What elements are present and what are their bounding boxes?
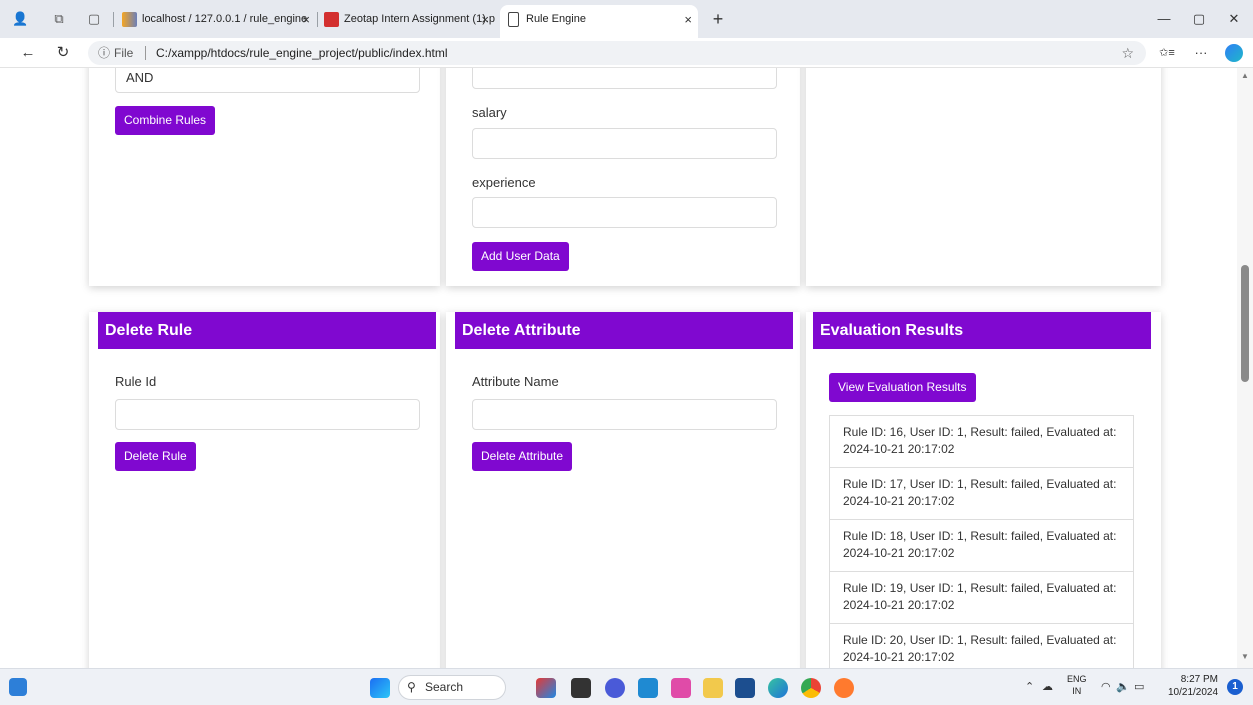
reload-icon[interactable]: ↻ [53,43,73,63]
back-icon[interactable]: ← [18,43,38,63]
battery-icon[interactable]: ▭ [1134,680,1144,693]
clock-date: 10/21/2024 [1168,687,1219,698]
scroll-down-icon[interactable]: ▼ [1240,652,1250,662]
user-data-input-above[interactable] [472,68,777,89]
close-icon[interactable]: × [302,5,310,34]
app-icon-pink[interactable] [671,678,691,698]
list-item: Rule ID: 20, User ID: 1, Result: failed,… [829,623,1134,668]
volume-icon[interactable]: 🔈 [1116,680,1130,693]
favorites-icon[interactable]: ✩≡ [1158,44,1176,62]
empty-card [806,68,1161,286]
delete-rule-title: Delete Rule [98,312,436,349]
url-separator [145,46,146,60]
experience-input[interactable] [472,197,777,228]
list-item: Rule ID: 19, User ID: 1, Result: failed,… [829,571,1134,624]
delete-attribute-card: Delete Attribute [446,312,800,668]
view-evaluation-results-button[interactable]: View Evaluation Results [829,373,976,402]
app-icon-chat[interactable] [605,678,625,698]
store-icon[interactable] [735,678,755,698]
lang-top: ENG [1067,674,1087,684]
clock-time: 8:27 PM [1180,674,1218,685]
more-icon[interactable]: ··· [1192,44,1210,62]
scroll-up-icon[interactable]: ▲ [1240,71,1250,81]
evaluation-results-list: Rule ID: 16, User ID: 1, Result: failed,… [829,415,1134,668]
page-viewport: AND Combine Rules salary experience Add … [0,68,1237,668]
combine-rules-button[interactable]: Combine Rules [115,106,216,135]
tab-separator [113,12,114,27]
tab-label: localhost / 127.0.0.1 / rule_engine [142,13,308,25]
vscode-icon[interactable] [638,678,658,698]
workspaces-icon[interactable]: ⧉ [51,11,67,27]
list-item: Rule ID: 18, User ID: 1, Result: failed,… [829,519,1134,572]
taskbar-search[interactable]: ⚲ Search [398,675,506,700]
taskbar-search-label: Search [425,680,464,694]
app-icon-window[interactable] [571,678,591,698]
delete-rule-button[interactable]: Delete Rule [115,442,196,471]
attribute-name-input[interactable] [472,399,777,430]
new-tab-button[interactable]: + [707,8,729,30]
lang-bottom: IN [1072,686,1082,696]
maximize-button[interactable]: ▢ [1189,10,1209,28]
operator-input[interactable]: AND [115,68,420,93]
tab-label: Zeotap Intern Assignment (1).pdf [344,13,495,25]
list-item: Rule ID: 16, User ID: 1, Result: failed,… [829,415,1134,468]
chrome-icon[interactable] [801,678,821,698]
tab-label: Rule Engine [526,13,586,25]
tab-phpmyadmin[interactable]: localhost / 127.0.0.1 / rule_engine × [116,5,316,34]
windows-start-icon[interactable] [370,678,390,698]
tray-app-icon[interactable]: ☁ [1042,680,1053,693]
clock[interactable]: 8:27 PM 10/21/2024 [1168,673,1218,699]
close-icon[interactable]: × [481,5,489,34]
minimize-button[interactable]: — [1154,10,1174,28]
edge-icon[interactable] [768,678,788,698]
profile-icon[interactable]: 👤 [12,11,28,27]
pdf-icon [324,12,339,27]
url-text[interactable]: C:/xampp/htdocs/rule_engine_project/publ… [156,41,448,65]
app-icon-paint[interactable] [536,678,556,698]
address-bar-row: ← ↻ ⓘ File C:/xampp/htdocs/rule_engine_p… [0,38,1253,68]
tab-actions-icon[interactable]: ▢ [86,11,102,27]
tab-rule-engine[interactable]: Rule Engine × [500,5,698,38]
delete-attribute-button[interactable]: Delete Attribute [472,442,573,471]
address-bar[interactable]: ⓘ File C:/xampp/htdocs/rule_engine_proje… [88,41,1146,65]
salary-input[interactable] [472,128,777,159]
file-explorer-icon[interactable] [703,678,723,698]
scroll-thumb[interactable] [1241,265,1249,382]
salary-label: salary [472,105,507,120]
delete-rule-card: Delete Rule [89,312,440,668]
delete-attribute-title: Delete Attribute [455,312,793,349]
phpmyadmin-icon [122,12,137,27]
page-scrollbar[interactable]: ▲ ▼ [1237,68,1253,668]
rule-id-input[interactable] [115,399,420,430]
copilot-icon[interactable] [1225,44,1243,62]
search-icon: ⚲ [407,680,416,694]
browser-tab-bar: 👤 ⧉ ▢ localhost / 127.0.0.1 / rule_engin… [0,0,1253,38]
windows-taskbar: ⚲ Search ⌃ ☁ ENG IN ◠ 🔈 ▭ 8:27 PM 10/21/… [0,668,1253,705]
list-item: Rule ID: 17, User ID: 1, Result: failed,… [829,467,1134,520]
widgets-icon[interactable] [9,678,27,696]
language-indicator[interactable]: ENG IN [1067,673,1087,697]
add-user-data-button[interactable]: Add User Data [472,242,569,271]
app-icon-orange[interactable] [834,678,854,698]
favorite-star-icon[interactable]: ☆ [1121,41,1134,65]
wifi-icon[interactable]: ◠ [1101,680,1111,693]
combine-rules-card [89,68,440,286]
close-window-button[interactable]: ✕ [1224,10,1244,28]
notification-badge[interactable]: 1 [1227,679,1243,695]
info-icon[interactable]: ⓘ [98,41,110,65]
experience-label: experience [472,175,536,190]
rule-id-label: Rule Id [115,374,157,389]
url-scheme: File [114,46,134,60]
tab-pdf[interactable]: Zeotap Intern Assignment (1).pdf × [318,5,495,34]
close-icon[interactable]: × [684,5,692,34]
evaluation-results-title: Evaluation Results [813,312,1151,349]
page-icon [508,12,519,27]
tray-chevron-icon[interactable]: ⌃ [1025,680,1034,693]
attribute-name-label: Attribute Name [472,374,559,389]
